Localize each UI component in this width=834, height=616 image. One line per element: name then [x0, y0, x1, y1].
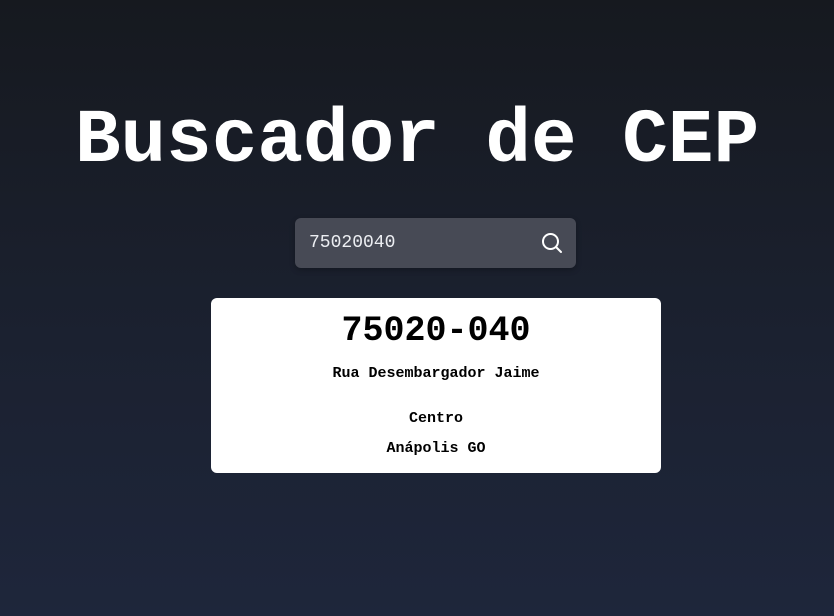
cep-search-input[interactable]	[309, 218, 529, 268]
city-state: Anápolis GO	[386, 440, 486, 457]
page-title: Buscador de CEP	[74, 98, 760, 184]
result-card: 75020-040 Rua Desembargador Jaime Centro…	[211, 298, 661, 473]
cep-value: 75020-040	[341, 311, 531, 351]
search-icon	[542, 233, 562, 253]
district-name: Centro	[408, 410, 463, 427]
street-name: Rua Desembargador Jaime	[332, 365, 540, 382]
search-container	[295, 218, 576, 268]
search-button[interactable]	[540, 231, 564, 255]
